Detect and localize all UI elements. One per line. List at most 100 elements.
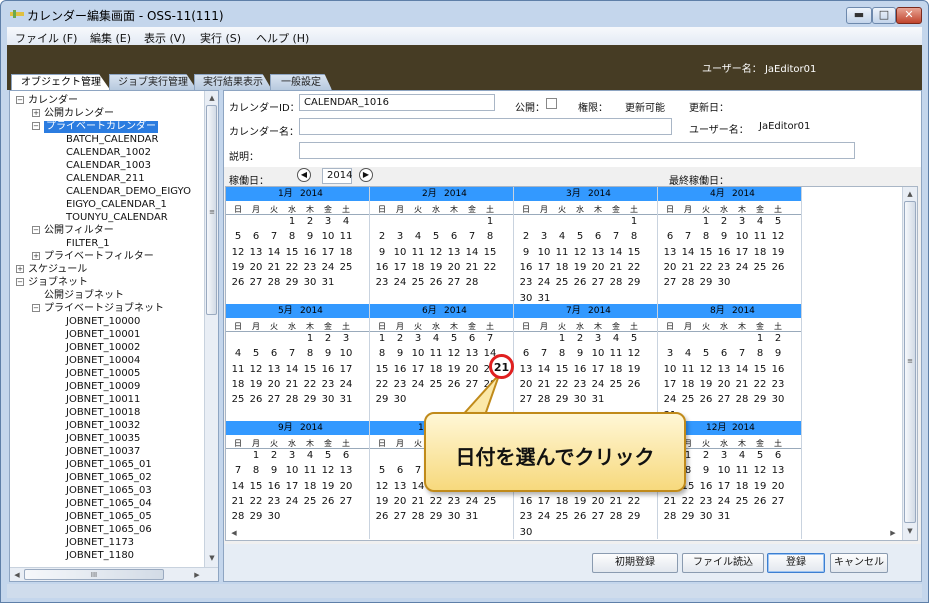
day-cell[interactable]: 3 (391, 231, 409, 242)
day-cell[interactable]: 4 (679, 348, 697, 359)
day-cell[interactable]: 21 (229, 496, 247, 507)
day-cell[interactable]: 15 (283, 247, 301, 258)
day-cell[interactable]: 7 (733, 348, 751, 359)
scroll-left-icon[interactable]: ◀ (11, 569, 23, 581)
day-cell[interactable]: 12 (229, 247, 247, 258)
day-cell[interactable]: 21 (733, 379, 751, 390)
day-cell[interactable]: 11 (337, 231, 355, 242)
day-cell[interactable]: 20 (445, 262, 463, 273)
day-cell[interactable]: 23 (301, 262, 319, 273)
day-cell[interactable]: 14 (463, 247, 481, 258)
cal-scroll-up-icon[interactable]: ▲ (904, 188, 916, 200)
day-cell[interactable]: 8 (301, 348, 319, 359)
day-cell[interactable]: 6 (391, 465, 409, 476)
expand-icon[interactable]: + (32, 252, 40, 260)
day-cell[interactable]: 7 (283, 348, 301, 359)
day-cell[interactable]: 9 (265, 465, 283, 476)
day-cell[interactable]: 19 (247, 379, 265, 390)
day-cell[interactable]: 22 (481, 262, 499, 273)
day-cell[interactable]: 9 (715, 231, 733, 242)
day-cell[interactable]: 5 (319, 450, 337, 461)
day-cell[interactable]: 24 (409, 379, 427, 390)
day-cell[interactable]: 27 (661, 277, 679, 288)
day-cell[interactable]: 17 (337, 364, 355, 375)
day-cell[interactable]: 28 (535, 394, 553, 405)
day-cell[interactable]: 16 (319, 364, 337, 375)
day-cell[interactable]: 25 (229, 394, 247, 405)
day-cell[interactable]: 27 (715, 394, 733, 405)
day-cell[interactable]: 15 (751, 364, 769, 375)
day-cell[interactable]: 5 (625, 333, 643, 344)
day-cell[interactable]: 22 (427, 496, 445, 507)
day-cell[interactable]: 28 (607, 511, 625, 522)
day-cell[interactable]: 16 (769, 364, 787, 375)
next-year-icon[interactable]: ▶ (359, 168, 373, 182)
day-cell[interactable]: 25 (553, 511, 571, 522)
day-cell[interactable]: 25 (337, 262, 355, 273)
day-cell[interactable]: 3 (715, 450, 733, 461)
day-cell[interactable]: 17 (391, 262, 409, 273)
day-cell[interactable]: 18 (679, 379, 697, 390)
day-cell[interactable]: 2 (715, 216, 733, 227)
day-cell[interactable]: 6 (517, 348, 535, 359)
day-cell[interactable]: 20 (589, 496, 607, 507)
day-cell[interactable]: 11 (409, 247, 427, 258)
prev-year-icon[interactable]: ◀ (297, 168, 311, 182)
day-cell[interactable]: 16 (391, 364, 409, 375)
scroll-right-icon[interactable]: ▶ (191, 569, 203, 581)
day-cell[interactable]: 21 (283, 379, 301, 390)
day-cell[interactable]: 14 (229, 481, 247, 492)
day-cell[interactable]: 9 (319, 348, 337, 359)
day-cell[interactable]: 28 (607, 277, 625, 288)
day-cell[interactable]: 18 (733, 481, 751, 492)
day-cell[interactable]: 31 (319, 277, 337, 288)
tab-job-execution[interactable]: ジョブ実行管理 (109, 74, 197, 90)
expand-icon[interactable]: + (16, 265, 24, 273)
day-cell[interactable]: 23 (769, 379, 787, 390)
day-cell[interactable]: 31 (715, 511, 733, 522)
calendar-vertical-scrollbar[interactable]: ▲ ≡ ▼ (902, 187, 917, 540)
day-cell[interactable]: 10 (319, 231, 337, 242)
day-cell[interactable]: 30 (571, 394, 589, 405)
day-cell[interactable]: 25 (301, 496, 319, 507)
day-cell[interactable]: 29 (553, 394, 571, 405)
day-cell[interactable]: 30 (319, 394, 337, 405)
day-cell[interactable]: 23 (571, 379, 589, 390)
day-cell[interactable]: 22 (373, 379, 391, 390)
day-cell[interactable]: 13 (265, 364, 283, 375)
day-cell[interactable]: 26 (427, 277, 445, 288)
day-cell[interactable]: 7 (463, 231, 481, 242)
day-cell[interactable]: 12 (625, 348, 643, 359)
day-cell[interactable]: 15 (697, 247, 715, 258)
day-cell[interactable]: 3 (733, 216, 751, 227)
day-cell[interactable]: 18 (301, 481, 319, 492)
day-cell[interactable]: 1 (697, 216, 715, 227)
day-cell[interactable]: 10 (733, 231, 751, 242)
day-cell[interactable]: 29 (751, 394, 769, 405)
day-cell[interactable]: 26 (247, 394, 265, 405)
day-cell[interactable]: 12 (427, 247, 445, 258)
day-cell[interactable]: 10 (283, 465, 301, 476)
day-cell[interactable]: 29 (679, 511, 697, 522)
day-cell[interactable]: 22 (301, 379, 319, 390)
cal-scroll-down-icon[interactable]: ▼ (904, 525, 916, 537)
day-cell[interactable]: 14 (679, 247, 697, 258)
day-cell[interactable]: 5 (571, 231, 589, 242)
day-cell[interactable]: 28 (733, 394, 751, 405)
day-cell[interactable]: 27 (265, 394, 283, 405)
register-button[interactable]: 登録 (767, 553, 825, 573)
day-cell[interactable]: 30 (715, 277, 733, 288)
day-cell[interactable]: 27 (337, 496, 355, 507)
day-cell[interactable]: 12 (445, 348, 463, 359)
tree-node[interactable]: − プライベートジョブネット (32, 303, 164, 315)
day-cell[interactable]: 16 (715, 247, 733, 258)
day-cell[interactable]: 1 (751, 333, 769, 344)
day-cell[interactable]: 13 (463, 348, 481, 359)
day-cell[interactable]: 22 (697, 262, 715, 273)
day-cell[interactable]: 4 (733, 450, 751, 461)
day-cell[interactable]: 2 (697, 450, 715, 461)
day-cell[interactable]: 25 (679, 394, 697, 405)
day-cell[interactable]: 17 (589, 364, 607, 375)
day-cell[interactable]: 23 (697, 496, 715, 507)
day-cell[interactable]: 16 (697, 481, 715, 492)
